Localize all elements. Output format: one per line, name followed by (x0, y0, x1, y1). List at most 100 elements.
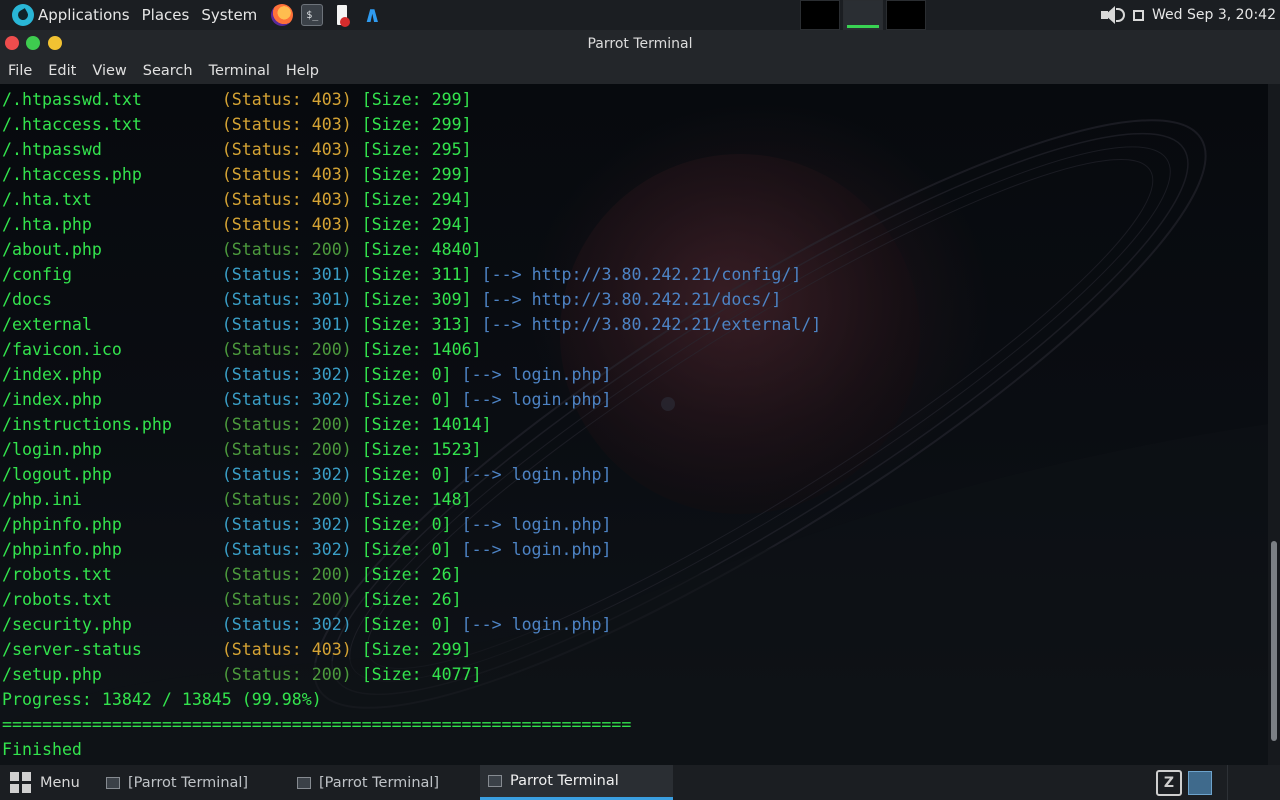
places-menu[interactable]: Places (136, 0, 196, 30)
result-size: 295 (431, 140, 462, 159)
result-status: 200 (311, 665, 342, 684)
window-list-icon[interactable] (1133, 9, 1145, 21)
result-size: 299 (431, 165, 462, 184)
result-size: 26 (431, 565, 452, 584)
gobuster-result-line: /setup.php (Status: 200) [Size: 4077] (2, 665, 482, 684)
system-tray: Wed Sep 3, 20:42 (1099, 0, 1276, 30)
result-path: /index.php (2, 365, 102, 384)
finished-line: Finished (2, 740, 82, 759)
menu-view[interactable]: View (84, 63, 134, 79)
window-titlebar[interactable]: Parrot Terminal (0, 30, 1280, 58)
result-status: 302 (311, 465, 342, 484)
task-parrot-terminal-2[interactable]: [Parrot Terminal] (289, 765, 474, 800)
result-size: 148 (431, 490, 462, 509)
gobuster-result-line: /robots.txt (Status: 200) [Size: 26] (2, 565, 462, 584)
result-status: 403 (311, 165, 342, 184)
gobuster-result-line: /server-status (Status: 403) [Size: 299] (2, 640, 472, 659)
text-editor-icon (337, 5, 351, 27)
terminal-window: Parrot Terminal File Edit View Search Te… (0, 30, 1280, 765)
terminal-icon[interactable]: $_ (301, 4, 324, 26)
progress-line: Progress: 13842 / 13845 (99.98%) (2, 690, 322, 709)
result-redirect: http://3.80.242.21/docs/ (531, 290, 772, 309)
terminal-tray-icon[interactable] (1188, 770, 1212, 795)
firefox-icon[interactable] (271, 4, 294, 26)
result-redirect: login.php (511, 465, 602, 484)
result-status: 301 (311, 265, 342, 284)
gobuster-result-line: /login.php (Status: 200) [Size: 1523] (2, 440, 482, 459)
terminal-scrollbar[interactable] (1268, 84, 1280, 765)
result-size: 26 (431, 590, 452, 609)
clock[interactable]: Wed Sep 3, 20:42 (1152, 7, 1276, 23)
result-size: 14014 (431, 415, 482, 434)
menu-help[interactable]: Help (278, 63, 327, 79)
result-size: 0 (431, 465, 442, 484)
terminal-icon (106, 776, 120, 789)
result-size: 0 (431, 515, 442, 534)
result-size: 0 (431, 540, 442, 559)
result-path: /.htpasswd.txt (2, 90, 142, 109)
gobuster-result-line: /logout.php (Status: 302) [Size: 0] [-->… (2, 465, 612, 484)
menu-terminal[interactable]: Terminal (201, 63, 278, 79)
menu-edit[interactable]: Edit (40, 63, 84, 79)
window-title: Parrot Terminal (587, 36, 693, 52)
result-path: /phpinfo.php (2, 515, 122, 534)
result-size: 311 (431, 265, 462, 284)
result-redirect: http://3.80.242.21/external/ (531, 315, 812, 334)
gobuster-result-line: /.htpasswd (Status: 403) [Size: 295] (2, 140, 472, 159)
result-size: 309 (431, 290, 462, 309)
result-path: /logout.php (2, 465, 112, 484)
result-status: 403 (311, 90, 342, 109)
workspace-3[interactable] (886, 0, 926, 30)
workspace-2[interactable] (843, 0, 883, 30)
gobuster-result-line: /.hta.txt (Status: 403) [Size: 294] (2, 190, 472, 209)
result-path: /config (2, 265, 72, 284)
result-status: 200 (311, 240, 342, 259)
menu-search[interactable]: Search (135, 63, 201, 79)
result-size: 313 (431, 315, 462, 334)
task-parrot-terminal-active[interactable]: Parrot Terminal (480, 765, 673, 800)
result-path: /instructions.php (2, 415, 172, 434)
applications-menu[interactable]: Applications (0, 0, 136, 30)
workspace-1[interactable] (800, 0, 840, 30)
menu-file[interactable]: File (0, 63, 40, 79)
gobuster-result-line: /.htaccess.php (Status: 403) [Size: 299] (2, 165, 472, 184)
volume-icon[interactable] (1099, 4, 1126, 26)
keyboard-layout-icon[interactable]: Z (1156, 769, 1182, 796)
menu-button[interactable]: Menu (10, 765, 80, 800)
result-path: /robots.txt (2, 590, 112, 609)
text-editor-launcher[interactable] (331, 4, 353, 27)
result-path: /docs (2, 290, 52, 309)
vscode-icon[interactable]: ∧ (361, 3, 383, 28)
result-size: 4077 (431, 665, 472, 684)
result-size: 1523 (431, 440, 472, 459)
result-path: /favicon.ico (2, 340, 122, 359)
gobuster-result-line: /docs (Status: 301) [Size: 309] [--> htt… (2, 290, 782, 309)
scrollbar-thumb[interactable] (1271, 541, 1277, 741)
workspace-switcher (800, 0, 926, 30)
result-size: 0 (431, 615, 442, 634)
result-path: /phpinfo.php (2, 540, 122, 559)
gobuster-result-line: /phpinfo.php (Status: 302) [Size: 0] [--… (2, 515, 612, 534)
gobuster-result-line: /security.php (Status: 302) [Size: 0] [-… (2, 615, 612, 634)
result-size: 299 (431, 90, 462, 109)
terminal-icon (488, 775, 502, 787)
result-status: 302 (311, 390, 342, 409)
result-path: /.htaccess.php (2, 165, 142, 184)
result-status: 403 (311, 215, 342, 234)
result-size: 294 (431, 215, 462, 234)
result-redirect: login.php (511, 515, 602, 534)
menu-bar: File Edit View Search Terminal Help (0, 58, 1280, 84)
result-size: 299 (431, 640, 462, 659)
result-status: 200 (311, 440, 342, 459)
result-path: /security.php (2, 615, 132, 634)
result-redirect: http://3.80.242.21/config/ (531, 265, 792, 284)
taskbar-tray: Z (1156, 765, 1280, 800)
result-path: /server-status (2, 640, 142, 659)
terminal-output[interactable]: /.htpasswd.txt (Status: 403) [Size: 299]… (0, 84, 1268, 765)
result-path: /login.php (2, 440, 102, 459)
bottom-taskbar: Menu [Parrot Terminal] [Parrot Terminal]… (0, 765, 1280, 800)
system-menu[interactable]: System (195, 0, 263, 30)
result-status: 200 (311, 565, 342, 584)
task-parrot-terminal-1[interactable]: [Parrot Terminal] (98, 765, 283, 800)
gobuster-result-line: /index.php (Status: 302) [Size: 0] [--> … (2, 390, 612, 409)
